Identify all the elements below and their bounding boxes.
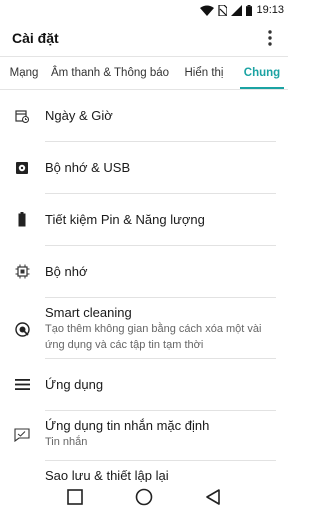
item-label: Tiết kiệm Pin & Năng lượng bbox=[45, 212, 205, 227]
item-label: Smart cleaning bbox=[45, 305, 132, 320]
list-item-default-messaging[interactable]: Ứng dụng tin nhắn mặc định Tin nhắn bbox=[0, 411, 288, 459]
item-subtitle: Tin nhắn bbox=[45, 436, 88, 448]
app-bar: Cài đặt bbox=[0, 20, 288, 56]
battery-status-icon bbox=[246, 4, 253, 16]
list-item-date-time[interactable]: Ngày & Giờ bbox=[0, 90, 288, 141]
home-icon[interactable] bbox=[132, 485, 156, 509]
status-bar: 19:13 bbox=[0, 0, 288, 20]
smart-cleaning-icon bbox=[14, 321, 30, 337]
tab-bar: Mạng Âm thanh & Thông báo Hiển thị Chung bbox=[0, 56, 288, 90]
calendar-clock-icon bbox=[14, 108, 30, 124]
recent-apps-icon[interactable] bbox=[63, 485, 87, 509]
status-time: 19:13 bbox=[256, 4, 284, 16]
more-vert-icon[interactable] bbox=[260, 24, 280, 52]
tab-label: Mạng bbox=[9, 67, 39, 79]
page-title: Cài đặt bbox=[12, 30, 59, 46]
wifi-icon bbox=[200, 5, 215, 16]
message-icon bbox=[14, 427, 30, 443]
tab-label: Hiển thị bbox=[184, 67, 224, 79]
item-label: Ngày & Giờ bbox=[45, 108, 113, 123]
tab-label: Âm thanh & Thông báo bbox=[50, 67, 170, 79]
memory-chip-icon bbox=[14, 264, 30, 280]
tab-general[interactable]: Chung bbox=[240, 57, 284, 89]
item-subtitle: Tạo thêm không gian bằng cách xóa một và… bbox=[45, 323, 262, 351]
list-item-apps[interactable]: Ứng dụng bbox=[0, 359, 288, 410]
list-item-smart-cleaning[interactable]: Smart cleaning Tạo thêm không gian bằng … bbox=[0, 298, 288, 358]
tab-label: Chung bbox=[243, 67, 281, 79]
item-label: Bộ nhớ & USB bbox=[45, 160, 131, 175]
no-sim-icon bbox=[218, 4, 228, 16]
tab-network[interactable]: Mạng bbox=[0, 57, 48, 89]
tab-display[interactable]: Hiển thị bbox=[172, 57, 236, 89]
item-label: Ứng dụng bbox=[45, 377, 104, 392]
navigation-bar bbox=[0, 482, 288, 512]
list-item-storage-usb[interactable]: Bộ nhớ & USB bbox=[0, 142, 288, 193]
apps-list-icon bbox=[14, 377, 30, 393]
back-icon[interactable] bbox=[201, 485, 225, 509]
storage-icon bbox=[14, 160, 30, 176]
list-item-backup-reset[interactable]: Sao lưu & thiết lập lại bbox=[0, 461, 288, 483]
battery-icon bbox=[14, 212, 30, 228]
list-item-battery[interactable]: Tiết kiệm Pin & Năng lượng bbox=[0, 194, 288, 245]
list-item-memory[interactable]: Bộ nhớ bbox=[0, 246, 288, 297]
signal-icon bbox=[231, 4, 243, 16]
item-label: Bộ nhớ bbox=[45, 264, 88, 279]
item-label: Ứng dụng tin nhắn mặc định bbox=[45, 418, 210, 433]
tab-sound-notifications[interactable]: Âm thanh & Thông báo bbox=[48, 57, 172, 89]
